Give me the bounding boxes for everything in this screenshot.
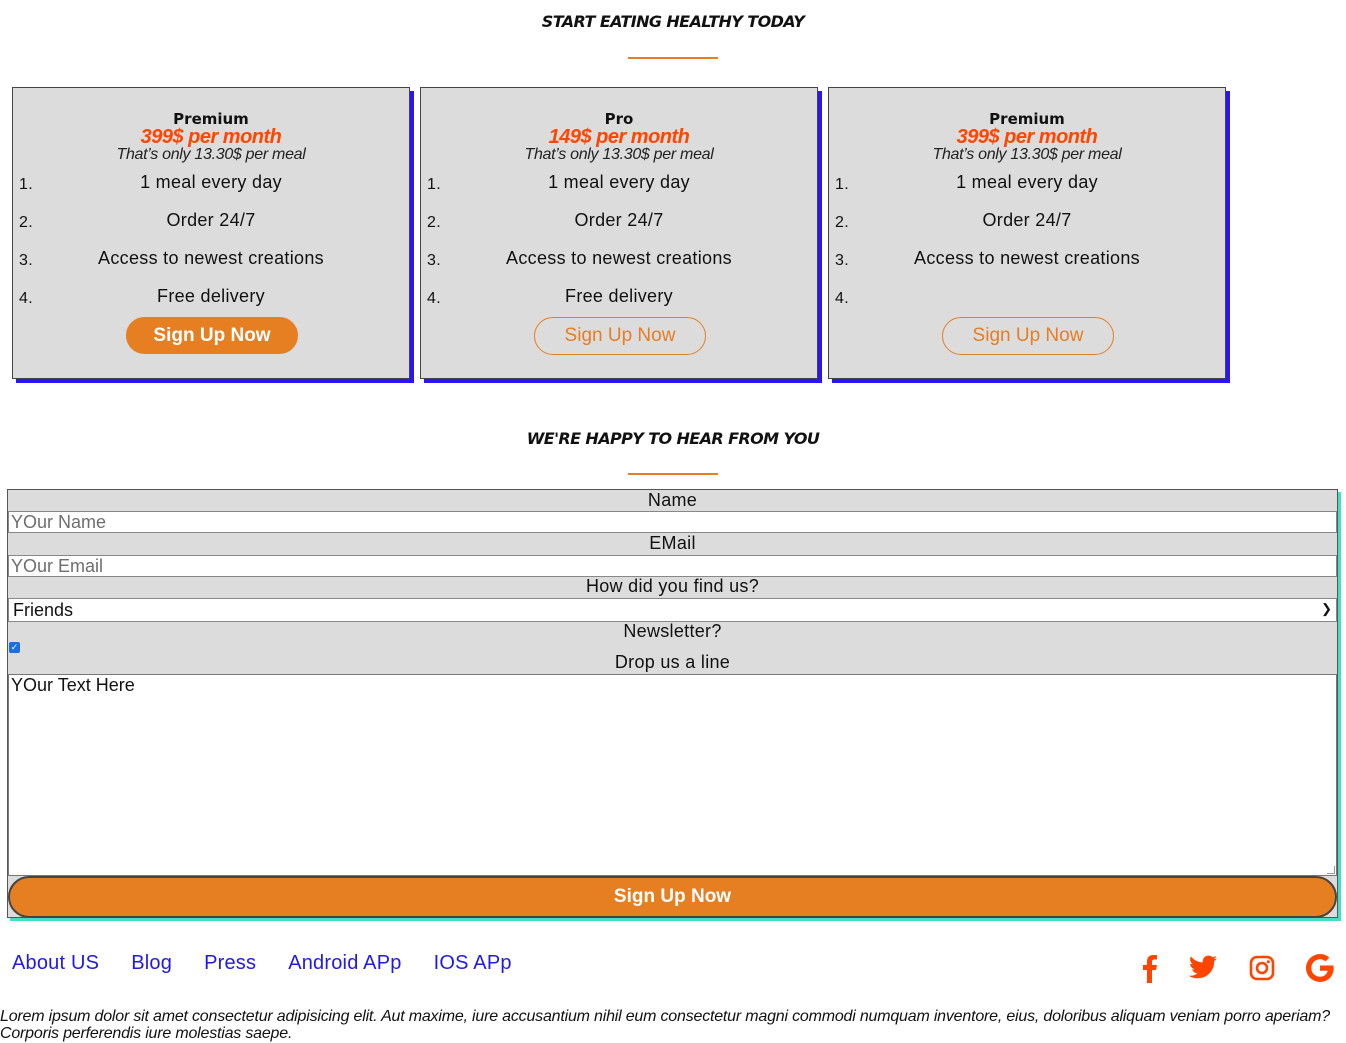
pricing-title-rule bbox=[628, 57, 718, 59]
footer-description: Lorem ipsum dolor sit amet consectetur a… bbox=[0, 1008, 1330, 1042]
facebook-icon[interactable] bbox=[1131, 950, 1167, 986]
message-value: YOur Text Here bbox=[11, 675, 135, 695]
find-us-label: How did you find us? bbox=[585, 576, 760, 596]
footer-link-android[interactable]: Android APp bbox=[288, 952, 401, 975]
list-item: 2. Order 24/7 bbox=[19, 210, 256, 231]
message-label: Drop us a line bbox=[614, 652, 731, 672]
resize-handle-icon[interactable] bbox=[1327, 866, 1335, 874]
footer-link-blog[interactable]: Blog bbox=[131, 952, 172, 975]
plan-card-premium-2: Premium 399$ per month That’s only 13.30… bbox=[828, 87, 1226, 379]
newsletter-label: Newsletter? bbox=[623, 621, 722, 641]
plan-per-meal: That’s only 13.30$ per meal bbox=[524, 146, 714, 163]
submit-button[interactable]: Sign Up Now bbox=[8, 876, 1337, 918]
message-textarea[interactable]: YOur Text Here bbox=[8, 674, 1337, 876]
list-item: 3. Access to newest creations bbox=[427, 248, 732, 269]
sign-up-button[interactable]: Sign Up Now bbox=[534, 317, 706, 355]
chevron-down-icon: ❯ bbox=[1321, 601, 1332, 616]
list-item: 2. Order 24/7 bbox=[427, 210, 664, 231]
footer-link-ios[interactable]: IOS APp bbox=[434, 952, 512, 975]
list-item: 1. 1 meal every day bbox=[427, 172, 690, 193]
email-label: EMail bbox=[649, 533, 696, 553]
plan-card-pro: Pro 149$ per month That’s only 13.30$ pe… bbox=[420, 87, 818, 379]
list-item: 3. Access to newest creations bbox=[835, 248, 1140, 269]
plan-feature-list: 1. 1 meal every day 2. Order 24/7 3. Access… bbox=[421, 172, 817, 324]
contact-form: Name EMail How did you find us? Friends … bbox=[7, 489, 1338, 918]
list-item: 1. 1 meal every day bbox=[835, 172, 1098, 193]
plan-card-premium: Premium 399$ per month That’s only 13.30… bbox=[12, 87, 410, 379]
email-field[interactable] bbox=[8, 555, 1337, 577]
plan-feature-list: 1. 1 meal every day 2. Order 24/7 3. Access… bbox=[13, 172, 409, 324]
find-us-select[interactable]: Friends ❯ bbox=[8, 598, 1337, 622]
footer-link-about[interactable]: About US bbox=[12, 952, 99, 975]
sign-up-button[interactable]: Sign Up Now bbox=[942, 317, 1114, 355]
pricing-title: START EATING HEALTHY TODAY bbox=[541, 12, 805, 31]
sign-up-button[interactable]: Sign Up Now bbox=[126, 317, 298, 354]
google-icon[interactable] bbox=[1302, 950, 1338, 986]
twitter-icon[interactable] bbox=[1185, 950, 1221, 986]
plan-per-meal: That’s only 13.30$ per meal bbox=[932, 146, 1122, 163]
footer-nav: About US Blog Press Android APp IOS APp bbox=[12, 952, 512, 975]
contact-title-rule bbox=[628, 473, 718, 475]
list-item: 1. 1 meal every day bbox=[19, 172, 282, 193]
list-item: 2. Order 24/7 bbox=[835, 210, 1072, 231]
find-us-value: Friends bbox=[13, 599, 74, 620]
plan-feature-list: 1. 1 meal every day 2. Order 24/7 3. Access… bbox=[829, 172, 1225, 324]
instagram-icon[interactable] bbox=[1244, 950, 1280, 986]
footer-link-press[interactable]: Press bbox=[204, 952, 256, 975]
list-item: 3. Access to newest creations bbox=[19, 248, 324, 269]
name-label: Name bbox=[647, 490, 698, 510]
plan-per-meal: That’s only 13.30$ per meal bbox=[116, 146, 306, 163]
name-field[interactable] bbox=[8, 511, 1337, 533]
contact-title: WE'RE HAPPY TO HEAR FROM YOU bbox=[526, 429, 820, 448]
